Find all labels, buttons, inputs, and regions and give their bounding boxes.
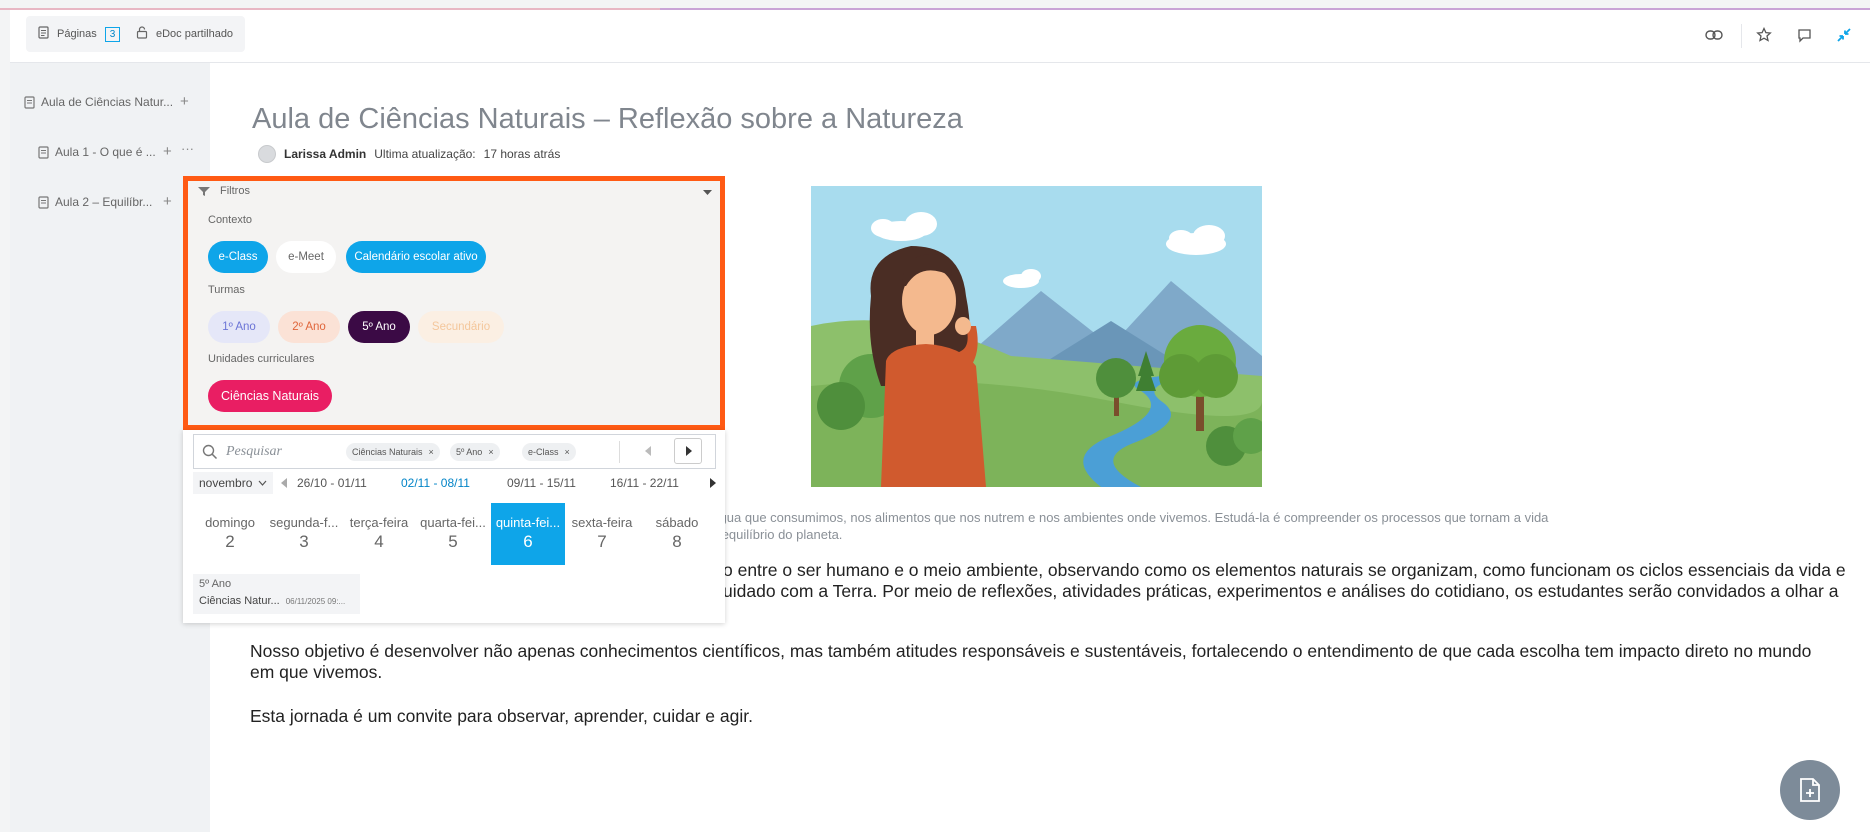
chip-5-ano[interactable]: 5º Ano: [348, 311, 410, 343]
pages-button[interactable]: Páginas 3: [26, 16, 133, 52]
search-bar: Pesquisar Ciências Naturais × 5º Ano × e-C…: [193, 434, 716, 469]
day-cell[interactable]: domingo 2: [193, 503, 267, 565]
filter-icon: [198, 186, 210, 196]
week-option[interactable]: 16/11 - 22/11: [610, 476, 679, 490]
document-meta: Larissa Admin Ultima atualização: 17 hor…: [258, 145, 560, 163]
avatar: [258, 145, 276, 163]
paragraph-1-line-1: o entre o ser humano e o meio ambiente, …: [723, 560, 1846, 580]
event-date: 06/11/2025 09:...: [285, 597, 346, 606]
more-options-icon[interactable]: ···: [181, 141, 194, 156]
lock-icon: [136, 26, 148, 42]
sidebar-item-label: Aula 1 - O que é ...: [55, 145, 156, 159]
chevron-down-icon[interactable]: [703, 190, 712, 196]
page-title: Aula de Ciências Naturais – Reflexão sob…: [252, 103, 963, 135]
search-icon: [202, 444, 218, 460]
sidebar-item-label: Aula de Ciências Natur...: [41, 95, 174, 109]
next-arrow-icon[interactable]: [674, 438, 702, 464]
month-label: novembro: [199, 476, 253, 490]
month-select[interactable]: novembro: [193, 472, 273, 494]
page-icon: [38, 145, 49, 159]
page-icon: [24, 95, 35, 109]
updated-value: 17 horas atrás: [483, 147, 561, 161]
days-row: domingo 2 segunda-f... 3 terça-feira 4 quar…: [193, 503, 716, 565]
week-option[interactable]: 09/11 - 15/11: [507, 476, 576, 490]
add-page-icon[interactable]: +: [163, 193, 172, 210]
prev-week-icon[interactable]: [281, 478, 287, 488]
sidebar-item-lesson-2[interactable]: Aula 2 – Equilíbr...: [38, 195, 152, 209]
chip-2-ano[interactable]: 2º Ano: [278, 311, 340, 343]
chip-eclass[interactable]: e-Class: [208, 241, 268, 273]
day-cell-active[interactable]: quinta-fei... 6: [491, 503, 565, 565]
day-cell[interactable]: terça-feira 4: [342, 503, 416, 565]
add-document-button[interactable]: [1780, 760, 1840, 820]
comment-icon[interactable]: [1793, 24, 1815, 46]
author-name: Larissa Admin: [284, 147, 367, 161]
calendar-event[interactable]: 5º Ano Ciências Natur... 06/11/2025 09:..…: [193, 574, 360, 614]
shared-label: eDoc partilhado: [156, 28, 234, 40]
calendar-widget: Pesquisar Ciências Naturais × 5º Ano × e-C…: [183, 430, 725, 623]
add-document-icon: [1800, 778, 1820, 802]
search-input[interactable]: Pesquisar: [226, 444, 282, 460]
search-tag[interactable]: Ciências Naturais ×: [346, 443, 440, 461]
search-tag[interactable]: 5º Ano ×: [450, 443, 500, 461]
paragraph-2: Nosso objetivo é desenvolver não apenas …: [250, 641, 1812, 682]
filters-label: Filtros: [220, 185, 250, 197]
chip-school-calendar[interactable]: Calendário escolar ativo: [346, 241, 486, 273]
close-icon[interactable]: ×: [429, 447, 434, 457]
page-icon: [38, 26, 49, 42]
day-cell[interactable]: segunda-f... 3: [267, 503, 341, 565]
search-tag[interactable]: e-Class ×: [522, 443, 576, 461]
filters-header[interactable]: Filtros: [198, 185, 250, 197]
week-option-active[interactable]: 02/11 - 08/11: [401, 476, 470, 490]
collapse-icon[interactable]: [1833, 24, 1855, 46]
link-icon[interactable]: [1703, 24, 1725, 46]
paragraph-3: Esta jornada é um convite para observar,…: [250, 706, 753, 726]
sidebar-item-lesson-1[interactable]: Aula 1 - O que é ...: [38, 145, 156, 159]
shared-edoc-button[interactable]: eDoc partilhado: [124, 16, 246, 52]
sidebar-item-label: Aula 2 – Equilíbr...: [55, 195, 153, 209]
event-title: Ciências Natur...: [199, 595, 280, 607]
nature-illustration: [811, 186, 1262, 487]
close-icon[interactable]: ×: [488, 447, 493, 457]
week-option[interactable]: 26/10 - 01/11: [297, 476, 367, 490]
chip-emeet[interactable]: e-Meet: [276, 241, 336, 273]
sidebar: Aula de Ciências Natur... + Aula 1 - O q…: [10, 63, 210, 832]
top-bar: Páginas 3 eDoc partilhado: [10, 10, 1870, 63]
updated-label: Ultima atualização:: [374, 147, 476, 161]
next-week-icon[interactable]: [710, 478, 716, 488]
classes-label: Turmas: [208, 284, 245, 296]
prev-arrow-icon[interactable]: [634, 438, 662, 464]
day-cell[interactable]: sexta-feira 7: [565, 503, 639, 565]
chip-secundario[interactable]: Secundário: [418, 311, 504, 343]
week-selector: novembro 26/10 - 01/11 02/11 - 08/11 09/…: [193, 472, 716, 494]
day-cell[interactable]: quarta-fei... 5: [416, 503, 490, 565]
page-icon: [38, 195, 49, 209]
pages-label: Páginas: [57, 28, 97, 40]
chevron-down-icon: [258, 480, 267, 486]
paragraph-1-line-2: uidado com a Terra. Por meio de reflexõe…: [723, 581, 1839, 601]
units-label: Unidades curriculares: [208, 353, 315, 365]
star-icon[interactable]: [1753, 24, 1775, 46]
pages-count-badge: 3: [104, 26, 121, 42]
context-label: Contexto: [208, 214, 253, 226]
day-cell[interactable]: sábado 8: [640, 503, 714, 565]
sidebar-item-main-lesson[interactable]: Aula de Ciências Natur...: [24, 95, 173, 109]
close-icon[interactable]: ×: [565, 447, 570, 457]
add-page-icon[interactable]: +: [180, 93, 189, 110]
chip-1-ano[interactable]: 1º Ano: [208, 311, 270, 343]
event-class: 5º Ano: [199, 578, 232, 590]
add-page-icon[interactable]: +: [163, 143, 172, 160]
filters-panel: Filtros Contexto e-Class e-Meet Calendár…: [183, 176, 725, 430]
chip-ciencias-naturais[interactable]: Ciências Naturais: [208, 380, 332, 412]
